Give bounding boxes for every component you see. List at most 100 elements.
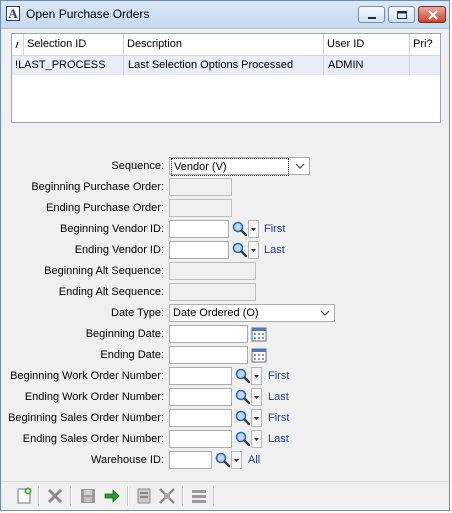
toolbar-separator (38, 486, 40, 506)
caret-down-icon (251, 249, 256, 252)
selection-id-value: LAST_PROCESS (18, 59, 106, 71)
warehouse-id-label: Warehouse ID: (91, 454, 164, 466)
ending-alt-sequence-field (169, 283, 256, 301)
search-icon[interactable] (234, 388, 252, 406)
app-logo-icon: A (6, 6, 20, 21)
selection-grid[interactable]: Selection ID Description User ID Pri? !L… (11, 33, 441, 123)
maximize-icon (397, 11, 407, 19)
toolbar-separator (127, 486, 129, 506)
warehouse-id-field[interactable] (169, 451, 212, 469)
bottom-toolbar (1, 481, 449, 510)
search-icon[interactable] (234, 367, 252, 385)
beginning-date-field[interactable] (169, 325, 248, 343)
ending-purchase-order-field (169, 199, 232, 217)
beginning-work-order-field[interactable] (169, 367, 232, 385)
beginning-vendor-id-field[interactable] (169, 220, 229, 238)
minimize-button[interactable] (358, 6, 385, 23)
caret-down-icon (254, 438, 259, 441)
print-preview-icon[interactable] (135, 487, 153, 505)
open-purchase-orders-window: A Open Purchase Orders Selection ID Desc… (0, 0, 450, 511)
arrow-right-icon[interactable] (103, 487, 121, 505)
toolbar-separator (213, 486, 215, 506)
ending-date-field[interactable] (169, 346, 248, 364)
date-type-select[interactable]: Date Ordered (O) (169, 304, 335, 322)
search-icon[interactable] (231, 220, 249, 238)
title-bar[interactable]: A Open Purchase Orders (1, 1, 449, 29)
beginning-vendor-id-label: Beginning Vendor ID: (60, 223, 164, 235)
table-row[interactable]: !LAST_PROCESS Last Selection Options Pro… (12, 56, 440, 75)
selection-id-cell[interactable]: !LAST_PROCESS (12, 56, 124, 75)
search-icon[interactable] (234, 409, 252, 427)
toolbar-separator (70, 486, 72, 506)
beginning-sales-order-label: Beginning Sales Order Number: (8, 412, 164, 424)
maximize-button[interactable] (388, 6, 415, 23)
save-icon[interactable] (79, 487, 97, 505)
sales-order-dropdown-button[interactable] (251, 430, 262, 448)
last-work-order-link[interactable]: Last (268, 391, 289, 403)
caret-down-icon (254, 396, 259, 399)
pri-cell[interactable] (410, 56, 440, 75)
beginning-alt-sequence-field (169, 262, 256, 280)
sort-marker-icon (15, 41, 19, 49)
sequence-select[interactable]: Vendor (V) (169, 157, 310, 176)
beginning-date-label: Beginning Date: (85, 328, 164, 340)
ending-alt-sequence-label: Ending Alt Sequence: (58, 286, 164, 298)
work-order-dropdown-button[interactable] (251, 388, 262, 406)
delete-icon[interactable] (46, 487, 64, 505)
ending-vendor-id-label: Ending Vendor ID: (74, 244, 164, 256)
ending-sales-order-label: Ending Sales Order Number: (22, 433, 164, 445)
ending-date-label: Ending Date: (100, 349, 164, 361)
window-title: Open Purchase Orders (26, 7, 150, 21)
date-type-label: Date Type: (111, 307, 164, 319)
last-vendor-link[interactable]: Last (264, 244, 285, 256)
ending-sales-order-field[interactable] (169, 430, 232, 448)
description-cell[interactable]: Last Selection Options Processed (124, 56, 324, 75)
vendor-dropdown-button[interactable] (248, 241, 259, 259)
column-header-user-id[interactable]: User ID (324, 34, 410, 55)
search-icon[interactable] (234, 430, 252, 448)
beginning-alt-sequence-label: Beginning Alt Sequence: (44, 265, 164, 277)
first-sales-order-link[interactable]: First (268, 412, 289, 424)
first-vendor-link[interactable]: First (264, 223, 285, 235)
calendar-icon[interactable] (250, 325, 268, 343)
chevron-down-icon (320, 310, 330, 316)
grid-header: Selection ID Description User ID Pri? (12, 34, 440, 56)
list-icon[interactable] (190, 487, 208, 505)
search-icon[interactable] (214, 451, 232, 469)
all-warehouses-link[interactable]: All (248, 454, 260, 466)
work-order-dropdown-button[interactable] (251, 367, 262, 385)
close-icon (428, 10, 438, 20)
column-header-description[interactable]: Description (124, 34, 324, 55)
ending-work-order-label: Ending Work Order Number: (24, 391, 164, 403)
first-work-order-link[interactable]: First (268, 370, 289, 382)
warehouse-dropdown-button[interactable] (231, 451, 242, 469)
calendar-icon[interactable] (250, 346, 268, 364)
minimize-icon (368, 17, 376, 19)
caret-down-icon (234, 459, 239, 462)
beginning-purchase-order-label: Beginning Purchase Order: (31, 181, 164, 193)
column-header-pri[interactable]: Pri? (410, 34, 440, 55)
caret-down-icon (254, 375, 259, 378)
search-icon[interactable] (231, 241, 249, 259)
column-header-selection-id[interactable]: Selection ID (24, 34, 124, 55)
sales-order-dropdown-button[interactable] (251, 409, 262, 427)
ending-vendor-id-field[interactable] (169, 241, 229, 259)
beginning-purchase-order-field (169, 178, 232, 196)
date-type-value: Date Ordered (O) (173, 307, 259, 319)
expand-icon[interactable] (158, 487, 176, 505)
ending-purchase-order-label: Ending Purchase Order: (45, 202, 164, 214)
beginning-work-order-label: Beginning Work Order Number: (10, 370, 164, 382)
ending-work-order-field[interactable] (169, 388, 232, 406)
row-indicator-header (12, 34, 24, 55)
user-id-cell[interactable]: ADMIN (324, 56, 410, 75)
last-sales-order-link[interactable]: Last (268, 433, 289, 445)
new-record-icon[interactable] (15, 487, 33, 505)
close-button[interactable] (418, 6, 446, 23)
toolbar-separator (182, 486, 184, 506)
sequence-label: Sequence: (111, 160, 164, 172)
sequence-value: Vendor (V) (171, 158, 289, 176)
beginning-sales-order-field[interactable] (169, 409, 232, 427)
vendor-dropdown-button[interactable] (248, 220, 259, 238)
chevron-down-icon (295, 163, 305, 169)
caret-down-icon (251, 228, 256, 231)
